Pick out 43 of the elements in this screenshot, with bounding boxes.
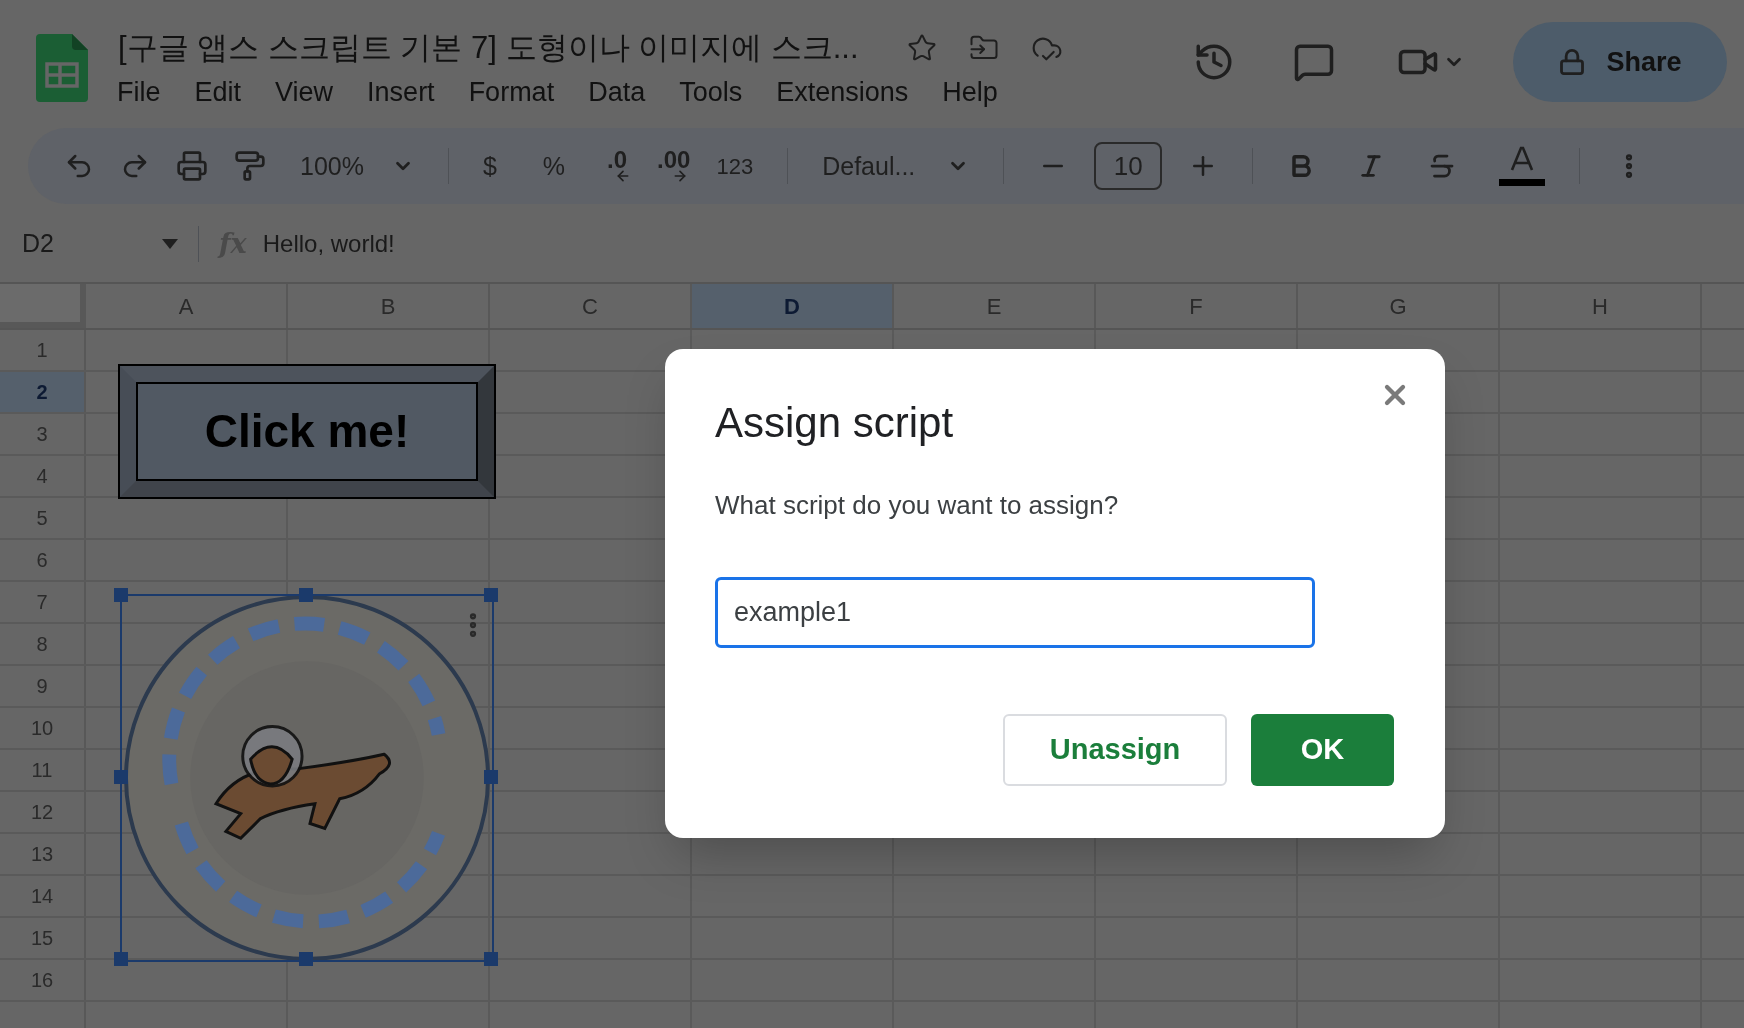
menu-item[interactable]: Insert [367,76,435,108]
resize-handle[interactable] [114,588,128,602]
print-icon[interactable] [176,150,208,182]
increase-decimals-button[interactable]: .00 [657,148,691,184]
row-header[interactable]: 2 [0,372,86,412]
menu-item[interactable]: Help [942,76,998,108]
document-title[interactable]: [구글 앱스 스크립트 기본 7] 도형이나 이미지에 스크... [118,30,859,66]
name-box[interactable]: D2 [0,225,190,263]
resize-handle[interactable] [299,588,313,602]
unassign-button[interactable]: Unassign [1003,714,1227,786]
font-select[interactable]: Defaul... [822,153,970,179]
number-format-button[interactable]: 123 [716,149,754,183]
star-icon[interactable] [906,33,937,63]
currency-format-button[interactable]: $ [482,153,497,179]
sheets-logo-icon[interactable] [36,34,88,102]
menu-item[interactable]: Tools [679,76,743,108]
dialog-prompt: What script do you want to assign? [715,489,1120,521]
menu-item[interactable]: Extensions [776,76,909,108]
menu-item[interactable]: File [117,76,161,108]
resize-handle[interactable] [484,588,498,602]
resize-handle[interactable] [484,770,498,784]
column-header[interactable]: D [692,284,894,328]
menu-item[interactable]: Data [588,76,646,108]
resize-handle[interactable] [114,770,128,784]
lock-icon [1558,48,1587,76]
resize-handle[interactable] [114,952,128,966]
share-button[interactable]: Share [1513,22,1727,102]
menu-item[interactable]: View [275,76,334,108]
paint-format-icon[interactable] [234,150,266,182]
formula-content[interactable]: Hello, world! [262,226,395,262]
decrease-decimals-button[interactable]: .0 [603,148,632,184]
text-color-icon[interactable] [1499,146,1546,186]
menu-item[interactable]: Format [468,76,555,108]
script-name-field[interactable]: example1 [715,577,1315,648]
resize-handle[interactable] [484,952,498,966]
ok-button[interactable]: OK [1251,714,1394,786]
percent-format-button[interactable]: % [542,153,566,179]
font-size-field[interactable]: 10 [1094,142,1163,190]
menu-item[interactable]: Edit [194,76,242,108]
dialog-title: Assign script [715,399,955,447]
click-me-button[interactable]: Click me! [120,366,494,497]
resize-handle[interactable] [299,952,313,966]
zoom-select[interactable]: 100% [300,153,414,179]
